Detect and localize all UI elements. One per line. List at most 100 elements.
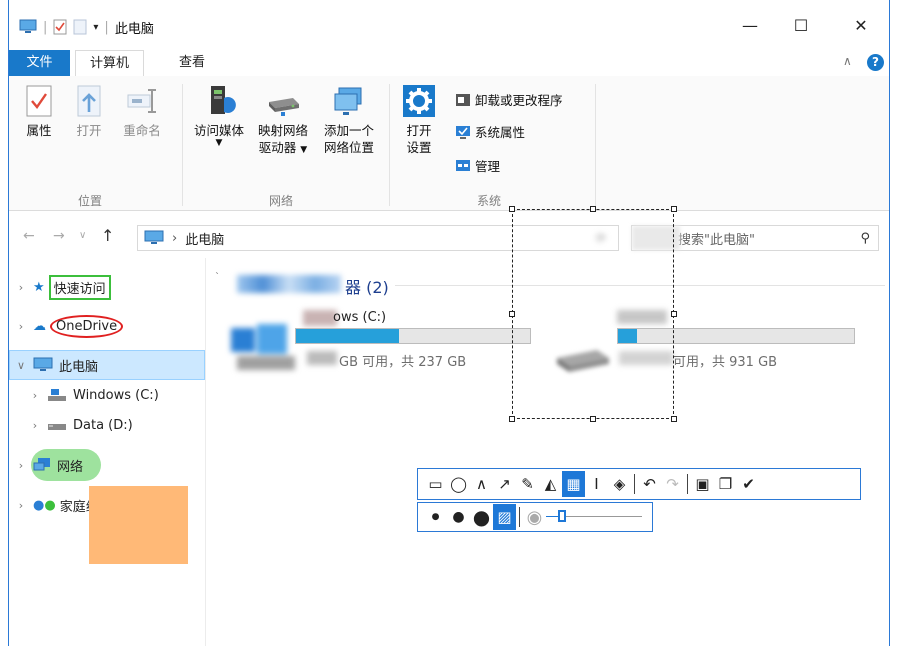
uninstall-program-button[interactable]: 卸载或更改程序 [455, 90, 563, 109]
quick-access-toolbar: | ▾ | 此电脑 [19, 17, 154, 37]
drive-c-usage-bar [295, 328, 531, 344]
drive-icon [48, 424, 66, 430]
group-label-network: 网络 [269, 194, 294, 208]
drive-c-name[interactable]: ows (C:) [333, 310, 386, 325]
properties-button[interactable]: 属性 [19, 84, 59, 139]
nav-item-windows-c[interactable]: › Windows (C:) [9, 380, 205, 410]
access-media-dropdown-icon: ▼ [215, 138, 223, 148]
map-drive-label-1: 映射网络 [257, 123, 308, 138]
recent-dropdown-icon[interactable]: ∨ [79, 230, 86, 241]
search-icon[interactable]: ⚲ [860, 231, 870, 246]
resize-handle-s[interactable] [590, 416, 596, 422]
collapse-ribbon-icon[interactable]: ∧ [843, 54, 852, 68]
collapse-chevron-icon[interactable]: ∨ [15, 359, 27, 372]
new-folder-icon[interactable] [73, 19, 87, 35]
open-settings-button[interactable]: 打开 设置 [397, 84, 441, 156]
expand-chevron-icon[interactable]: › [15, 320, 27, 333]
confirm-check-icon[interactable]: ✔ [737, 471, 760, 497]
this-pc-label: 此电脑 [59, 359, 99, 375]
system-properties-button[interactable]: 系统属性 [455, 122, 525, 141]
brush-options-bar: ● ● ● ▨ ◉ [417, 502, 653, 532]
mosaic-pattern-icon[interactable]: ▨ [493, 504, 516, 530]
settings-gear-icon [403, 85, 435, 117]
drive-c-usage-fill [296, 329, 399, 343]
brush-size-small-icon[interactable]: ● [424, 504, 447, 530]
expand-chevron-icon[interactable]: › [29, 389, 41, 402]
resize-handle-se[interactable] [671, 416, 677, 422]
toolbar-separator [519, 507, 520, 527]
add-network-location-button[interactable]: 添加一个 网络位置 [317, 84, 381, 156]
eraser-tool-icon[interactable]: ◈ [608, 471, 631, 497]
nav-item-data-d[interactable]: › Data (D:) [9, 410, 205, 440]
uninstall-icon [456, 93, 470, 106]
highlighter-tool-icon[interactable]: ◭ [539, 471, 562, 497]
help-icon[interactable]: ? [867, 54, 884, 71]
group-separator [182, 84, 183, 206]
properties-check-icon[interactable] [53, 19, 67, 35]
rename-button[interactable]: 重命名 [117, 84, 167, 139]
redo-icon[interactable]: ↷ [661, 471, 684, 497]
tab-computer[interactable]: 计算机 [75, 50, 145, 77]
drive-name-mosaic [303, 310, 337, 326]
ellipse-tool-icon[interactable]: ◯ [447, 471, 470, 497]
map-network-drive-button[interactable]: 映射网络 驱动器 ▼ [251, 84, 315, 159]
copy-icon[interactable]: ❐ [714, 471, 737, 497]
brush-size-medium-icon[interactable]: ● [447, 504, 470, 530]
manage-icon [456, 159, 470, 171]
resize-handle-sw[interactable] [509, 416, 515, 422]
expand-chevron-icon[interactable]: › [15, 281, 27, 294]
nav-item-onedrive[interactable]: › ☁ OneDrive [9, 311, 205, 341]
drive-size-mosaic [307, 351, 337, 365]
this-pc-icon[interactable] [19, 19, 37, 35]
annotation-toolbar: ▭ ◯ ∧ ↗ ✎ ◭ ▦ I ◈ ↶ ↷ ▣ ❐ ✔ [417, 468, 861, 500]
maximize-button[interactable]: ☐ [781, 10, 821, 40]
ribbon: 属性 打开 重命名 位置 访问媒体 ▼ 映射网络 驱动器 ▼ 添加一个 网络位置… [9, 76, 889, 211]
open-label: 打开 [76, 123, 102, 138]
toolbar-separator [687, 474, 688, 494]
expand-chevron-icon[interactable]: › [15, 499, 27, 512]
qat-dropdown-icon[interactable]: ▾ [93, 22, 98, 33]
open-button[interactable]: 打开 [71, 84, 107, 139]
forward-icon[interactable]: → [53, 228, 65, 244]
tab-file[interactable]: 文件 [9, 50, 70, 76]
resize-handle-w[interactable] [509, 311, 515, 317]
nav-item-quick-access[interactable]: › ★ 快速访问 [9, 272, 205, 302]
back-icon[interactable]: ← [23, 228, 35, 244]
polyline-tool-icon[interactable]: ∧ [470, 471, 493, 497]
text-tool-icon[interactable]: I [585, 471, 608, 497]
up-icon[interactable]: ↑ [101, 226, 114, 245]
resize-handle-e[interactable] [671, 311, 677, 317]
close-button[interactable]: ✕ [841, 10, 881, 40]
nav-item-network[interactable]: › 网络 [9, 449, 205, 481]
add-network-location-icon [334, 87, 362, 115]
breadcrumb-chevron-icon[interactable]: › [172, 231, 177, 246]
nav-item-this-pc[interactable]: ∨ 此电脑 [9, 350, 205, 380]
section-header: 器 (2) [345, 278, 389, 297]
resize-handle-nw[interactable] [509, 206, 515, 212]
title-bar: | ▾ | 此电脑 — ☐ ✕ [9, 0, 889, 50]
screenshot-selection-box[interactable] [509, 206, 677, 422]
group-label-system: 系统 [477, 194, 502, 208]
network-icon [33, 458, 50, 471]
resize-handle-n[interactable] [590, 206, 596, 212]
mosaic-tool-icon[interactable]: ▦ [562, 471, 585, 497]
save-icon[interactable]: ▣ [691, 471, 714, 497]
expand-chevron-icon[interactable]: › [15, 459, 27, 472]
network-drive-icon [269, 98, 299, 116]
access-media-button[interactable]: 访问媒体 ▼ [187, 84, 251, 148]
expand-chevron-icon[interactable]: › [29, 419, 41, 432]
slider-thumb[interactable] [558, 510, 566, 522]
resize-handle-ne[interactable] [671, 206, 677, 212]
group-collapse-icon[interactable]: ˋ [215, 272, 220, 283]
intensity-slider[interactable] [546, 507, 642, 527]
breadcrumb-this-pc[interactable]: 此电脑 [185, 229, 224, 248]
minimize-button[interactable]: — [730, 10, 770, 40]
undo-icon[interactable]: ↶ [638, 471, 661, 497]
arrow-tool-icon[interactable]: ↗ [493, 471, 516, 497]
ribbon-tabs: 文件 计算机 查看 ∧ ? [9, 50, 889, 77]
rectangle-tool-icon[interactable]: ▭ [424, 471, 447, 497]
pencil-tool-icon[interactable]: ✎ [516, 471, 539, 497]
manage-button[interactable]: 管理 [455, 156, 500, 175]
tab-view[interactable]: 查看 [165, 50, 219, 76]
brush-size-large-icon[interactable]: ● [470, 504, 493, 530]
